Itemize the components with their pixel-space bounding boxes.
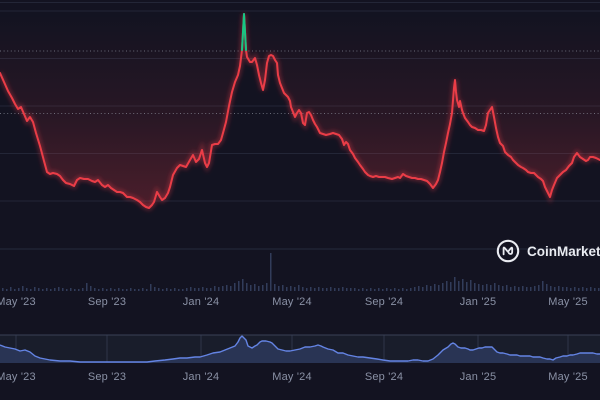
coinmarketcap-watermark: CoinMarketCap (496, 239, 600, 263)
x-axis-label-nav: Jan '25 (446, 371, 510, 383)
x-axis-label-main: May '24 (260, 296, 324, 308)
x-axis-label-nav: May '24 (260, 371, 324, 383)
x-axis-labels-main: May '23 Sep '23 Jan '24 May '24 Sep '24 Jan '… (0, 296, 600, 310)
x-axis-label-main: May '23 (0, 296, 48, 308)
x-axis-label-main: Jan '24 (169, 296, 233, 308)
x-axis-label-nav: Sep '24 (352, 371, 416, 383)
x-axis-label-main: Jan '25 (446, 296, 510, 308)
x-axis-label-main: Sep '24 (352, 296, 416, 308)
x-axis-label-main: Sep '23 (75, 296, 139, 308)
x-axis-label-nav: May '25 (536, 371, 600, 383)
coinmarketcap-logo-icon (496, 239, 520, 263)
price-chart-surface[interactable] (0, 0, 600, 249)
crypto-price-chart: May '23 Sep '23 Jan '24 May '24 Sep '24 Jan '… (0, 0, 600, 400)
x-axis-label-nav: Sep '23 (75, 371, 139, 383)
navigator-scrubber-surface[interactable] (0, 335, 600, 365)
x-axis-labels-navigator: May '23 Sep '23 Jan '24 May '24 Sep '24 Jan '… (0, 371, 600, 385)
watermark-text: CoinMarketCap (527, 244, 600, 259)
x-axis-label-nav: May '23 (0, 371, 48, 383)
x-axis-label-nav: Jan '24 (169, 371, 233, 383)
chart-canvas (0, 0, 600, 400)
x-axis-label-main: May '25 (536, 296, 600, 308)
